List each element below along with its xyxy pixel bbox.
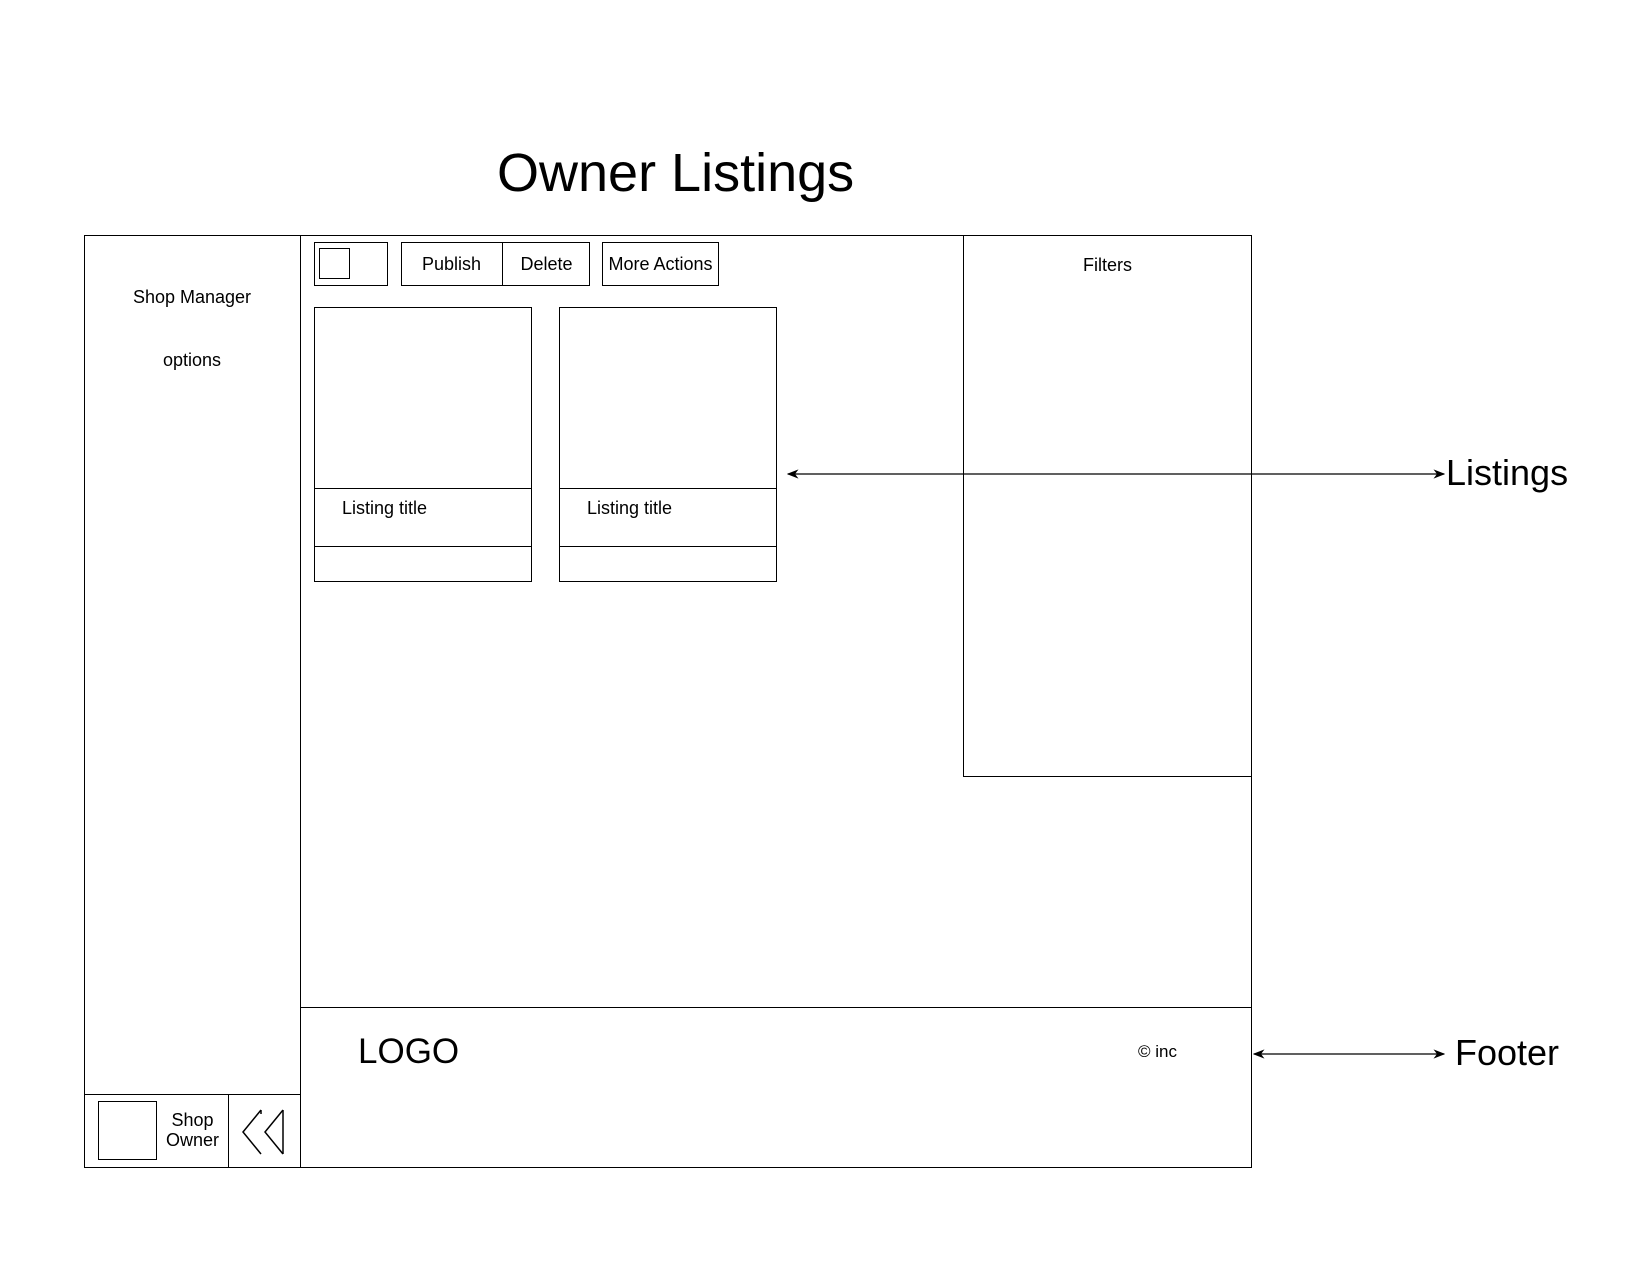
card-footer-divider bbox=[315, 546, 531, 547]
listings-annotation-label: Listings bbox=[1446, 452, 1569, 493]
footer-logo: LOGO bbox=[358, 1032, 460, 1071]
publish-button[interactable]: Publish bbox=[401, 242, 502, 286]
owner-label-line-1: Shop bbox=[171, 1110, 214, 1130]
footer-copyright: © inc bbox=[1138, 1042, 1177, 1061]
card-image-divider bbox=[560, 488, 776, 489]
filters-panel bbox=[963, 235, 1252, 777]
filters-label: Filters bbox=[1083, 255, 1132, 275]
listing-card[interactable]: Listing title bbox=[314, 307, 532, 582]
sidebar-options[interactable]: options bbox=[84, 350, 300, 371]
collapse-sidebar-button[interactable] bbox=[228, 1094, 300, 1168]
double-chevron-left-icon bbox=[242, 1109, 284, 1155]
page-title: Owner Listings bbox=[497, 143, 855, 203]
listing-title: Listing title bbox=[342, 498, 428, 518]
sidebar-title: Shop Manager bbox=[132, 287, 252, 307]
footer-annotation-label: Footer bbox=[1455, 1032, 1560, 1073]
select-all-checkbox[interactable] bbox=[319, 248, 350, 279]
card-image-divider bbox=[315, 488, 531, 489]
listing-title: Listing title bbox=[587, 498, 673, 518]
more-actions-button[interactable]: More Actions bbox=[602, 242, 719, 286]
avatar[interactable] bbox=[98, 1101, 157, 1160]
footer-divider bbox=[300, 1007, 1252, 1008]
delete-button[interactable]: Delete bbox=[502, 242, 590, 286]
card-footer-divider bbox=[560, 546, 776, 547]
owner-label: Shop Owner bbox=[160, 1110, 225, 1150]
owner-label-line-2: Owner bbox=[165, 1130, 219, 1150]
sidebar-divider bbox=[300, 235, 301, 1168]
listing-card[interactable]: Listing title bbox=[559, 307, 777, 582]
